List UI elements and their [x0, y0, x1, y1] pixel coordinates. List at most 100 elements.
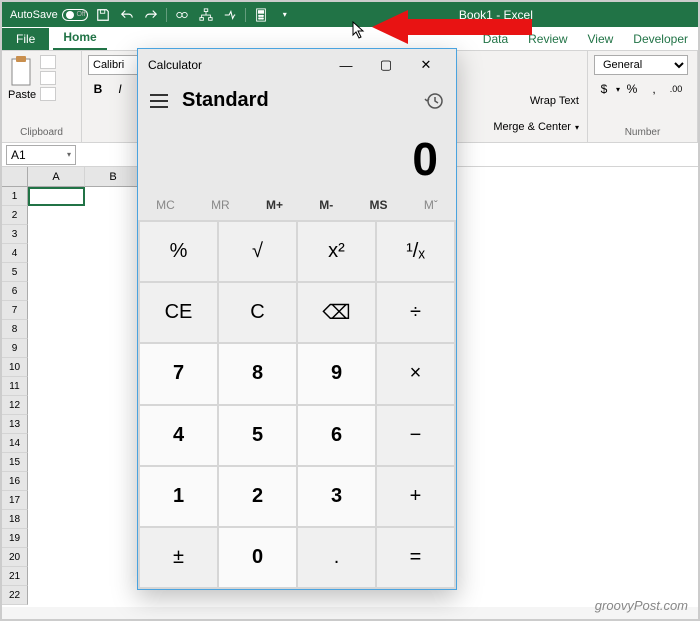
customize-qat-dropdown[interactable]: ▾: [276, 6, 294, 24]
calc-btn-+[interactable]: +: [377, 467, 454, 526]
tab-developer[interactable]: Developer: [623, 28, 698, 50]
bold-button[interactable]: B: [88, 79, 108, 99]
autosave-label: AutoSave: [10, 9, 58, 21]
row-head[interactable]: 11: [2, 377, 28, 396]
calc-btn-2[interactable]: 2: [219, 467, 296, 526]
calc-btn-4[interactable]: 4: [140, 406, 217, 465]
mem-mˇ[interactable]: Mˇ: [424, 198, 438, 212]
row-head[interactable]: 21: [2, 567, 28, 586]
paste-button[interactable]: Paste: [8, 55, 36, 101]
format-painter-icon[interactable]: [40, 87, 56, 101]
row-head[interactable]: 14: [2, 434, 28, 453]
row-head[interactable]: 18: [2, 510, 28, 529]
tab-home[interactable]: Home: [53, 26, 106, 50]
row-head[interactable]: 15: [2, 453, 28, 472]
wrap-text-button[interactable]: Wrap Text: [530, 95, 579, 107]
calc-btn-CE[interactable]: CE: [140, 283, 217, 342]
calc-btn-√[interactable]: √: [219, 222, 296, 281]
calc-btn-C[interactable]: C: [219, 283, 296, 342]
toggle-off-icon: Off: [62, 9, 88, 21]
row-head[interactable]: 13: [2, 415, 28, 434]
memory-row: MC MR M+ M- MS Mˇ: [138, 194, 456, 220]
number-format-select[interactable]: General: [594, 55, 688, 75]
row-head[interactable]: 4: [2, 244, 28, 263]
mem-ms[interactable]: MS: [370, 198, 388, 212]
row-head[interactable]: 16: [2, 472, 28, 491]
calc-btn-=[interactable]: =: [377, 528, 454, 587]
row-head[interactable]: 20: [2, 548, 28, 567]
active-cell[interactable]: [28, 187, 85, 206]
select-all-corner[interactable]: [2, 167, 28, 187]
row-head[interactable]: 3: [2, 225, 28, 244]
mem-m+[interactable]: M+: [266, 198, 283, 212]
excel-titlebar: AutoSave Off ▾ Book1 - Excel: [2, 2, 698, 27]
calculator-titlebar[interactable]: Calculator — ▢ ✕: [138, 49, 456, 81]
qat-icon-3[interactable]: [221, 6, 239, 24]
maximize-button[interactable]: ▢: [366, 51, 406, 79]
number-group-label: Number: [594, 127, 691, 138]
tab-file[interactable]: File: [2, 28, 49, 50]
row-head[interactable]: 6: [2, 282, 28, 301]
mem-m-[interactable]: M-: [319, 198, 333, 212]
hamburger-icon[interactable]: [150, 94, 168, 108]
calc-btn-7[interactable]: 7: [140, 344, 217, 403]
name-box[interactable]: A1▾: [6, 145, 76, 165]
calc-btn-×[interactable]: ×: [377, 344, 454, 403]
merge-center-button[interactable]: Merge & Center: [493, 121, 571, 133]
calc-btn-¹/ₓ[interactable]: ¹/ₓ: [377, 222, 454, 281]
calc-btn-÷[interactable]: ÷: [377, 283, 454, 342]
hierarchy-icon[interactable]: [197, 6, 215, 24]
italic-button[interactable]: I: [110, 79, 130, 99]
autosave-toggle[interactable]: AutoSave Off: [10, 9, 88, 21]
calc-btn-⌫[interactable]: ⌫: [298, 283, 375, 342]
col-head[interactable]: B: [85, 167, 142, 187]
calc-btn-3[interactable]: 3: [298, 467, 375, 526]
row-head[interactable]: 12: [2, 396, 28, 415]
row-head[interactable]: 19: [2, 529, 28, 548]
row-head[interactable]: 5: [2, 263, 28, 282]
undo-icon[interactable]: [118, 6, 136, 24]
history-icon[interactable]: [424, 91, 444, 111]
calc-btn-8[interactable]: 8: [219, 344, 296, 403]
minimize-button[interactable]: —: [326, 51, 366, 79]
calc-btn-−[interactable]: −: [377, 406, 454, 465]
calc-btn-x²[interactable]: x²: [298, 222, 375, 281]
col-head[interactable]: A: [28, 167, 85, 187]
calc-btn-9[interactable]: 9: [298, 344, 375, 403]
close-button[interactable]: ✕: [406, 51, 446, 79]
percent-button[interactable]: %: [622, 79, 642, 99]
row-head[interactable]: 9: [2, 339, 28, 358]
row-head[interactable]: 1: [2, 187, 28, 206]
calc-btn-.[interactable]: .: [298, 528, 375, 587]
clipboard-group-label: Clipboard: [8, 127, 75, 138]
row-head[interactable]: 10: [2, 358, 28, 377]
calculator-icon[interactable]: [252, 6, 270, 24]
qat-icon-1[interactable]: [173, 6, 191, 24]
save-icon[interactable]: [94, 6, 112, 24]
row-head[interactable]: 17: [2, 491, 28, 510]
comma-button[interactable]: ,: [644, 79, 664, 99]
calc-btn-6[interactable]: 6: [298, 406, 375, 465]
calc-btn-±[interactable]: ±: [140, 528, 217, 587]
row-head[interactable]: 8: [2, 320, 28, 339]
increase-decimal-icon[interactable]: .00: [666, 79, 686, 99]
cut-icon[interactable]: [40, 55, 56, 69]
calc-btn-0[interactable]: 0: [219, 528, 296, 587]
calc-btn-%[interactable]: %: [140, 222, 217, 281]
currency-button[interactable]: $: [594, 79, 614, 99]
tab-data[interactable]: Data: [473, 28, 518, 50]
mem-mc[interactable]: MC: [156, 198, 175, 212]
row-head[interactable]: 7: [2, 301, 28, 320]
tab-view[interactable]: View: [578, 28, 624, 50]
calculator-title: Calculator: [148, 58, 326, 72]
watermark: groovyPost.com: [595, 598, 688, 613]
calc-btn-1[interactable]: 1: [140, 467, 217, 526]
tab-review[interactable]: Review: [518, 28, 577, 50]
copy-icon[interactable]: [40, 71, 56, 85]
font-name-select[interactable]: [88, 55, 144, 75]
row-head[interactable]: 22: [2, 586, 28, 605]
row-head[interactable]: 2: [2, 206, 28, 225]
mem-mr[interactable]: MR: [211, 198, 230, 212]
calc-btn-5[interactable]: 5: [219, 406, 296, 465]
redo-icon[interactable]: [142, 6, 160, 24]
